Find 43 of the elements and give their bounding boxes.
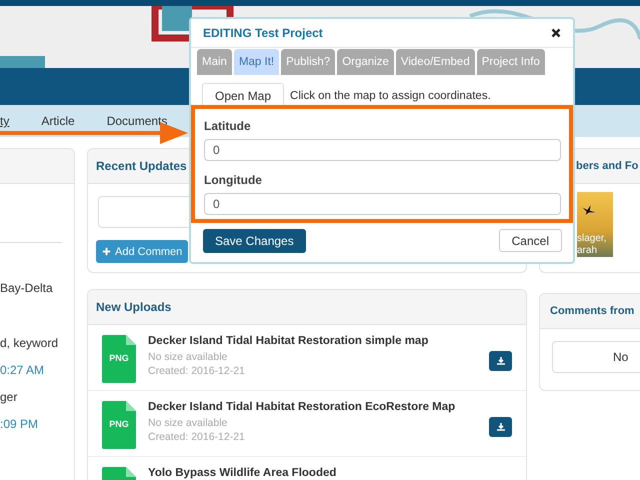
coordinate-field[interactable]: 0 <box>204 139 561 161</box>
download-button[interactable] <box>489 351 512 371</box>
file-type-label: PNG <box>108 419 130 429</box>
info-text: Bay-Delta <box>0 281 54 297</box>
bird-icon <box>581 204 597 216</box>
file-type-label: PNG <box>108 353 130 363</box>
save-button[interactable]: Save Changes <box>203 229 306 253</box>
timestamp-link[interactable]: :09 PM <box>0 417 74 444</box>
plus-icon <box>102 247 111 256</box>
cancel-button[interactable]: Cancel <box>498 229 562 252</box>
nav-link[interactable]: ty <box>0 114 26 128</box>
close-icon[interactable] <box>551 28 561 38</box>
empty-message: No <box>613 350 628 364</box>
dialog-title: EDITING Test Project <box>203 26 323 40</box>
download-icon <box>496 422 506 432</box>
created-date: Created: 2016-12-21 <box>148 430 246 444</box>
file-icon <box>102 335 136 383</box>
member-name: arah <box>577 245 598 257</box>
upload-title[interactable]: Decker Island Tidal Habitat Restoration EcoRestore Map <box>148 401 489 413</box>
nav-link[interactable]: Documents <box>90 114 184 128</box>
field-label: Latitude <box>204 119 252 133</box>
panel-title: Comments from <box>550 305 634 317</box>
panel-title: Recent Updates <box>96 159 187 173</box>
field-label: Longitude <box>204 173 263 187</box>
member-name: slager, <box>577 233 608 245</box>
file-size: No size available <box>148 416 228 430</box>
created-date: Created: 2016-12-21 <box>148 364 246 378</box>
file-icon <box>102 401 136 449</box>
panel-title: New Uploads <box>96 300 172 314</box>
file-size: No size available <box>148 350 228 364</box>
download-icon <box>496 356 506 366</box>
timestamp-link[interactable]: 0:27 AM <box>0 363 74 390</box>
hint-text: Click on the map to assign coordinates. <box>290 90 491 102</box>
coordinate-field[interactable]: 0 <box>204 193 561 215</box>
download-button[interactable] <box>489 417 512 437</box>
photo-placeholder[interactable]: slager, arah <box>577 192 613 257</box>
info-text: ger <box>0 390 18 406</box>
panel-title: bers and Fo <box>576 160 638 172</box>
info-text: d, keyword <box>0 336 60 352</box>
dialog-tab[interactable]: Map It! <box>234 49 280 75</box>
nav-link[interactable]: Article <box>25 114 91 128</box>
upload-title[interactable]: Decker Island Tidal Habitat Restoration simple map <box>148 335 489 347</box>
upload-title[interactable]: Yolo Bypass Wildlife Area Flooded <box>148 467 489 479</box>
